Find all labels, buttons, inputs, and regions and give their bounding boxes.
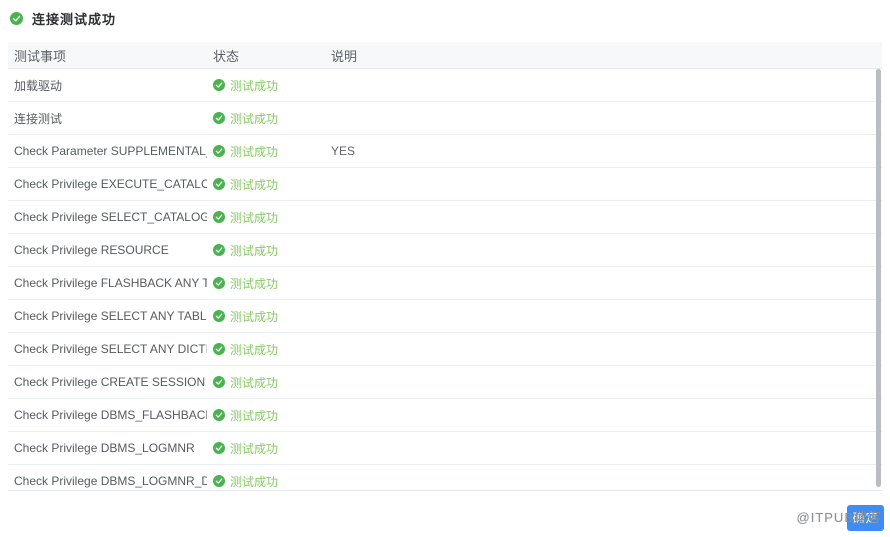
vertical-scrollbar-thumb[interactable] bbox=[876, 69, 881, 487]
column-header-status: 状态 bbox=[213, 48, 240, 64]
success-check-icon bbox=[213, 343, 225, 355]
table-row: Check Privilege CREATE SESSION 测试成功 bbox=[8, 366, 882, 399]
test-item-cell: Check Privilege SELECT_CATALOG_ROLE bbox=[14, 210, 207, 224]
test-item-cell: Check Privilege FLASHBACK ANY TABLE bbox=[14, 276, 207, 290]
test-results-table: 测试事项 状态 说明 加载驱动 测试成功 连接测试 测试成功 Check Par… bbox=[8, 42, 882, 491]
test-item-cell: Check Parameter SUPPLEMENTAL_LOG... bbox=[14, 144, 207, 158]
confirm-button[interactable]: 确定 bbox=[847, 505, 884, 531]
status-text: 测试成功 bbox=[230, 144, 279, 159]
column-header-test-item: 测试事项 bbox=[14, 48, 67, 64]
success-check-icon bbox=[213, 442, 225, 454]
status-text: 测试成功 bbox=[230, 375, 279, 390]
banner-title: 连接测试成功 bbox=[32, 11, 117, 27]
status-text: 测试成功 bbox=[230, 78, 279, 93]
test-item-cell: Check Privilege SELECT ANY TABLE bbox=[14, 309, 207, 323]
status-text: 测试成功 bbox=[230, 210, 279, 225]
test-item-cell: 加载驱动 bbox=[14, 78, 63, 93]
success-check-icon bbox=[213, 310, 225, 322]
status-text: 测试成功 bbox=[230, 408, 279, 423]
table-row: Check Parameter SUPPLEMENTAL_LOG... 测试成功… bbox=[8, 135, 882, 168]
status-text: 测试成功 bbox=[230, 276, 279, 291]
test-item-cell: 连接测试 bbox=[14, 111, 63, 126]
status-cell: 测试成功 bbox=[207, 77, 325, 94]
table-body: 加载驱动 测试成功 连接测试 测试成功 Check Parameter SUPP… bbox=[8, 69, 882, 490]
status-cell: 测试成功 bbox=[207, 176, 325, 193]
status-cell: 测试成功 bbox=[207, 407, 325, 424]
connection-test-result-banner: 连接测试成功 bbox=[10, 9, 116, 27]
status-cell: 测试成功 bbox=[207, 440, 325, 457]
success-check-icon bbox=[10, 11, 23, 25]
table-row: Check Privilege RESOURCE 测试成功 bbox=[8, 234, 882, 267]
table-row: Check Privilege FLASHBACK ANY TABLE 测试成功 bbox=[8, 267, 882, 300]
table-row: Check Privilege DBMS_LOGMNR 测试成功 bbox=[8, 432, 882, 465]
success-check-icon bbox=[213, 178, 225, 190]
success-check-icon bbox=[213, 79, 225, 91]
status-text: 测试成功 bbox=[230, 243, 279, 258]
table-row: Check Privilege SELECT ANY TABLE 测试成功 bbox=[8, 300, 882, 333]
success-check-icon bbox=[213, 244, 225, 256]
table-row: Check Privilege SELECT_CATALOG_ROLE 测试成功 bbox=[8, 201, 882, 234]
table-row: 加载驱动 测试成功 bbox=[8, 69, 882, 102]
success-check-icon bbox=[213, 376, 225, 388]
status-cell: 测试成功 bbox=[207, 110, 325, 127]
status-cell: 测试成功 bbox=[207, 209, 325, 226]
table-row: Check Privilege DBMS_FLASHBACK 测试成功 bbox=[8, 399, 882, 432]
status-text: 测试成功 bbox=[230, 474, 279, 489]
test-item-cell: Check Privilege RESOURCE bbox=[14, 243, 169, 257]
table-row: 连接测试 测试成功 bbox=[8, 102, 882, 135]
table-row: Check Privilege EXECUTE_CATALOG_R... 测试成… bbox=[8, 168, 882, 201]
status-text: 测试成功 bbox=[230, 342, 279, 357]
status-text: 测试成功 bbox=[230, 441, 279, 456]
status-text: 测试成功 bbox=[230, 111, 279, 126]
success-check-icon bbox=[213, 145, 225, 157]
test-item-cell: Check Privilege DBMS_LOGMNR_D bbox=[14, 474, 207, 488]
status-cell: 测试成功 bbox=[207, 473, 325, 490]
test-item-cell: Check Privilege EXECUTE_CATALOG_R... bbox=[14, 177, 207, 191]
success-check-icon bbox=[213, 211, 225, 223]
test-item-cell: Check Privilege DBMS_LOGMNR bbox=[14, 441, 195, 455]
status-text: 测试成功 bbox=[230, 177, 279, 192]
test-item-cell: Check Privilege CREATE SESSION bbox=[14, 375, 206, 389]
success-check-icon bbox=[213, 475, 225, 487]
status-cell: 测试成功 bbox=[207, 242, 325, 259]
success-check-icon bbox=[213, 409, 225, 421]
test-item-cell: Check Privilege SELECT ANY DICTIONA... bbox=[14, 342, 207, 356]
success-check-icon bbox=[213, 277, 225, 289]
note-cell: YES bbox=[331, 144, 356, 158]
column-header-note: 说明 bbox=[331, 48, 358, 64]
status-cell: 测试成功 bbox=[207, 308, 325, 325]
status-cell: 测试成功 bbox=[207, 143, 325, 160]
status-cell: 测试成功 bbox=[207, 374, 325, 391]
success-check-icon bbox=[213, 112, 225, 124]
status-cell: 测试成功 bbox=[207, 341, 325, 358]
table-header-row: 测试事项 状态 说明 bbox=[8, 42, 882, 69]
status-cell: 测试成功 bbox=[207, 275, 325, 292]
table-row: Check Privilege SELECT ANY DICTIONA... 测… bbox=[8, 333, 882, 366]
test-item-cell: Check Privilege DBMS_FLASHBACK bbox=[14, 408, 207, 422]
table-row: Check Privilege DBMS_LOGMNR_D 测试成功 bbox=[8, 465, 882, 490]
status-text: 测试成功 bbox=[230, 309, 279, 324]
